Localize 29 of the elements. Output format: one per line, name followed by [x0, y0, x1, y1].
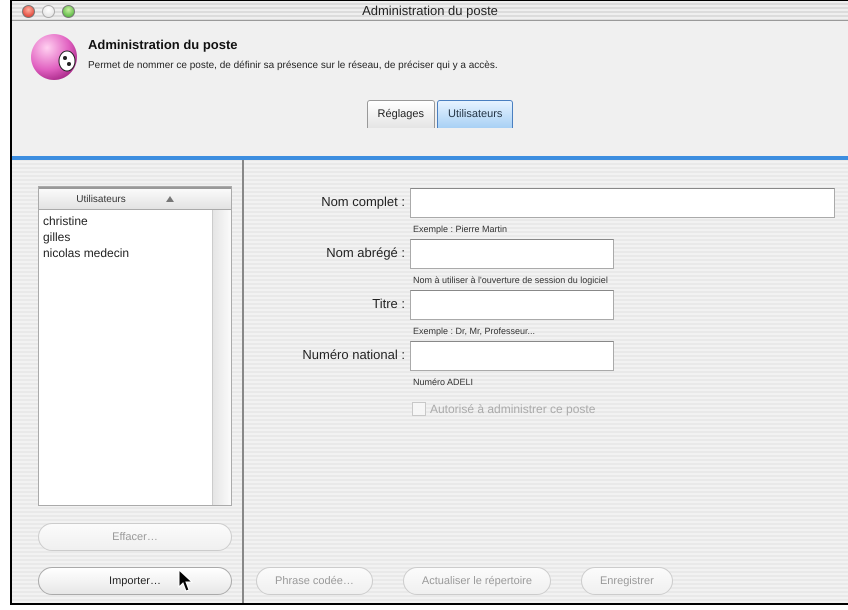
- scrollbar-track[interactable]: [212, 210, 231, 505]
- text-field[interactable]: [410, 290, 614, 320]
- list-button[interactable]: Importer…: [38, 567, 232, 595]
- field-hint: Numéro ADELI: [413, 377, 474, 387]
- column-header[interactable]: Utilisateurs: [39, 187, 231, 210]
- tab[interactable]: Réglages: [366, 100, 436, 128]
- field-label: Nom complet :: [320, 193, 406, 209]
- minimize-button[interactable]: [42, 5, 55, 18]
- checkbox-label: Autorisé à administrer ce poste: [430, 402, 596, 416]
- field-hint: Exemple : Dr, Mr, Professeur...: [413, 326, 536, 336]
- mouse-pointer-icon: [178, 569, 194, 593]
- close-button[interactable]: [22, 5, 35, 18]
- field-label: Titre :: [371, 295, 406, 311]
- field-label: Nom abrégé :: [325, 244, 406, 260]
- zoom-button[interactable]: [62, 5, 75, 18]
- list-item[interactable]: nicolas medecin: [43, 246, 130, 260]
- text-field[interactable]: [410, 188, 835, 218]
- text-field[interactable]: [410, 341, 614, 371]
- field-hint: Nom à utiliser à l'ouverture de session du logiciel: [413, 275, 609, 285]
- panel-description: Permet de nommer ce poste, de définir sa présence sur le réseau, de préciser qui y a accès.: [88, 60, 498, 71]
- sort-ascending-icon: [166, 196, 174, 202]
- text-field[interactable]: [410, 239, 614, 269]
- window-title: Administration du poste: [362, 2, 498, 18]
- field-label: Numéro national :: [301, 346, 406, 362]
- list-item[interactable]: gilles: [43, 230, 70, 244]
- tab[interactable]: Utilisateurs: [437, 100, 514, 128]
- panel-title: Administration du poste: [88, 36, 238, 52]
- list-item[interactable]: christine: [43, 214, 88, 228]
- field-hint: Exemple : Pierre Martin: [413, 224, 508, 234]
